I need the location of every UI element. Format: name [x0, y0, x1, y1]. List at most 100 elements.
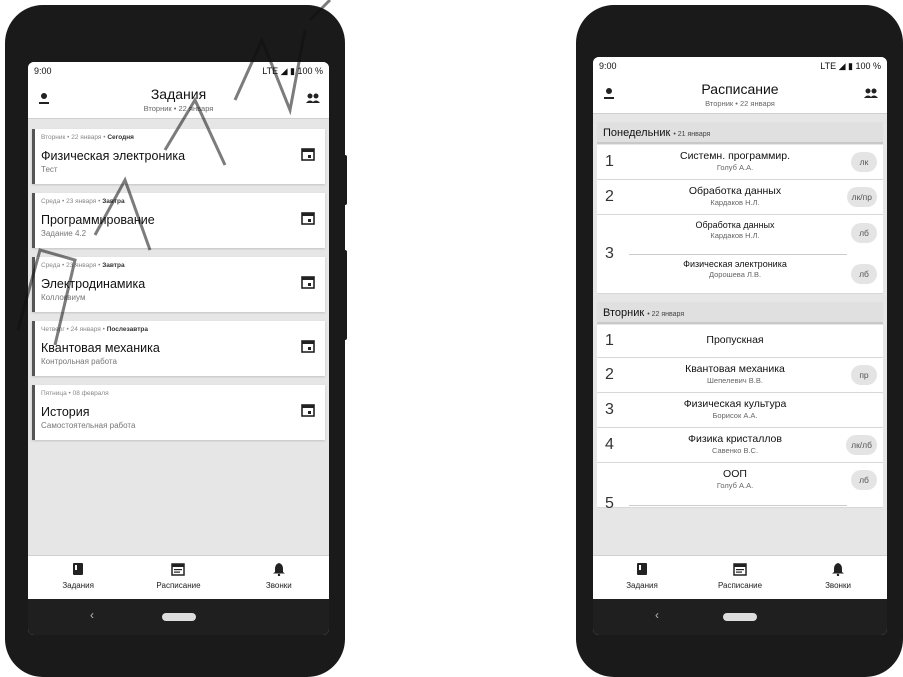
lesson-name: Физика кристаллов [688, 433, 782, 445]
task-card[interactable]: Четверг • 24 января • Послезавтра Кванто… [32, 321, 325, 376]
task-tag: Завтра [102, 198, 125, 205]
home-button[interactable] [723, 613, 757, 621]
bottom-navigation: Задания Расписание Звонки [28, 555, 329, 599]
left-phone: 9:00 LTE ◢ ▮ 100 % Задания Вторник • 22 … [5, 5, 347, 677]
app-bar: Задания Вторник • 22 января [28, 80, 329, 119]
lesson-name: Системн. программир. [679, 150, 790, 162]
book-icon [637, 563, 647, 575]
day-name: Понедельник [603, 127, 671, 139]
task-tag: Завтра [102, 262, 125, 269]
lesson-row[interactable]: 4 Физика кристаллов Савенко В.С. лк/лб [597, 428, 883, 463]
bell-icon [272, 563, 285, 576]
task-card[interactable]: Вторник • 22 января • Сегодня Физическая… [32, 129, 325, 184]
lesson-number: 5 [605, 495, 614, 512]
lesson-teacher: Голуб А.А. [716, 481, 754, 490]
home-button[interactable] [161, 613, 196, 621]
task-date: Четверг • 24 января • [41, 326, 105, 333]
lesson-name: Физическая электроника [683, 259, 787, 269]
nav-tasks-label: Задания [62, 581, 94, 590]
back-button[interactable]: ‹ [90, 608, 94, 622]
page-subtitle: Вторник • 22 января [143, 104, 214, 113]
lesson-type-badge: пр [851, 365, 877, 385]
system-nav-bar: ‹ [593, 599, 887, 635]
lesson-row[interactable]: 1 Пропускная [597, 325, 883, 358]
lesson-row[interactable]: 1 Системн. программир. Голуб А.А. лк [597, 145, 883, 180]
lesson-teacher: Кардаков Н.Л. [710, 231, 760, 240]
lesson-row[interactable]: 2 Обработка данных Кардаков Н.Л. лк/пр [597, 180, 883, 215]
lesson-row[interactable]: 5 ООП Голуб А.А. лб [597, 463, 883, 512]
day-date: • 21 января [673, 131, 711, 138]
nav-schedule[interactable]: Расписание [700, 562, 780, 590]
app-bar: Расписание Вторник • 22 января [593, 75, 887, 114]
task-meta: Пятница • 08 февраля [41, 390, 109, 397]
calendar-icon[interactable] [301, 211, 315, 225]
task-note: Тест [41, 165, 58, 174]
schedule-list: Понедельник • 21 января 1 Системн. прогр… [593, 114, 887, 571]
lesson-name: Обработка данных [688, 185, 782, 197]
lesson-name: Обработка данных [695, 220, 775, 230]
nav-schedule-label: Расписание [717, 581, 763, 590]
task-name: Программирование [41, 213, 155, 227]
task-name: История [41, 405, 90, 419]
bottom-navigation: Задания Расписание Звонки [593, 555, 887, 599]
lesson-row[interactable]: 2 Квантовая механика Шепелевич В.В. пр [597, 358, 883, 393]
lesson-teacher: Борисок А.А. [712, 411, 758, 420]
lesson-name: Квантовая механика [685, 363, 785, 375]
lesson-teacher: Голуб А.А. [716, 163, 754, 172]
back-button[interactable]: ‹ [655, 608, 659, 622]
task-meta: Четверг • 24 января • Послезавтра [41, 326, 148, 333]
task-date: Среда • 23 января • [41, 198, 101, 205]
divider [629, 505, 847, 506]
nav-bells[interactable]: Звонки [239, 562, 319, 590]
lesson-teacher: Кардаков Н.Л. [710, 198, 760, 207]
calendar-icon[interactable] [301, 275, 315, 289]
lesson-type-badge: лб [851, 223, 877, 243]
task-note: Контрольная работа [41, 357, 117, 366]
right-screen: 9:00 LTE ◢ ▮ 100 % Расписание Вторник • … [593, 57, 887, 635]
lesson-type-badge: лб [851, 470, 877, 490]
task-meta: Среда • 23 января • Завтра [41, 262, 125, 269]
calendar-icon[interactable] [301, 147, 315, 161]
nav-tasks[interactable]: Задания [602, 562, 682, 590]
task-meta: Среда • 23 января • Завтра [41, 198, 125, 205]
lesson-row[interactable]: 3 Обработка данных Кардаков Н.Л. лб Физич… [597, 215, 883, 294]
task-date: Вторник • 22 января • [41, 134, 106, 141]
divider [629, 254, 847, 255]
nav-schedule[interactable]: Расписание [138, 562, 218, 590]
group-icon[interactable] [863, 85, 879, 101]
nav-bells-label: Звонки [825, 581, 851, 590]
lesson-type-badge: лб [851, 264, 877, 284]
lesson-name: ООП [723, 468, 747, 480]
status-indicators: LTE ◢ ▮ 100 % [262, 65, 323, 76]
volume-button [343, 250, 347, 340]
task-tag: Послезавтра [106, 326, 148, 333]
lesson-name: Физическая культура [683, 398, 787, 410]
day-header-monday: Понедельник • 21 января [597, 122, 883, 144]
task-date: Пятница • 08 февраля [41, 390, 109, 397]
calendar-icon[interactable] [301, 339, 315, 353]
nav-tasks[interactable]: Задания [38, 562, 118, 590]
tasks-list: Вторник • 22 января • Сегодня Физическая… [28, 119, 329, 571]
page-title: Задания [150, 86, 207, 102]
task-card[interactable]: Пятница • 08 февраля История Самостоятел… [32, 385, 325, 440]
nav-bells[interactable]: Звонки [798, 562, 878, 590]
calendar-icon[interactable] [301, 403, 315, 417]
nav-tasks-label: Задания [626, 581, 658, 590]
lesson-teacher: Савенко В.С. [711, 446, 759, 455]
group-icon[interactable] [305, 90, 321, 106]
task-card[interactable]: Среда • 23 января • Завтра Электродинами… [32, 257, 325, 312]
task-name: Квантовая механика [41, 341, 160, 355]
lesson-number: 1 [605, 332, 614, 349]
lesson-type-badge: лк/пр [846, 187, 877, 207]
status-time: 9:00 [34, 66, 52, 76]
lesson-number: 3 [605, 245, 614, 262]
task-card[interactable]: Среда • 23 января • Завтра Программирова… [32, 193, 325, 248]
task-note: Коллоквиум [41, 293, 86, 302]
lesson-number: 1 [605, 153, 614, 170]
task-name: Физическая электроника [41, 149, 186, 163]
page-subtitle: Вторник • 22 января [705, 99, 775, 108]
bell-icon [832, 563, 844, 576]
task-name: Электродинамика [41, 277, 146, 291]
lesson-row[interactable]: 3 Физическая культура Борисок А.А. [597, 393, 883, 428]
status-bar: 9:00 LTE ◢ ▮ 100 % [593, 57, 887, 75]
